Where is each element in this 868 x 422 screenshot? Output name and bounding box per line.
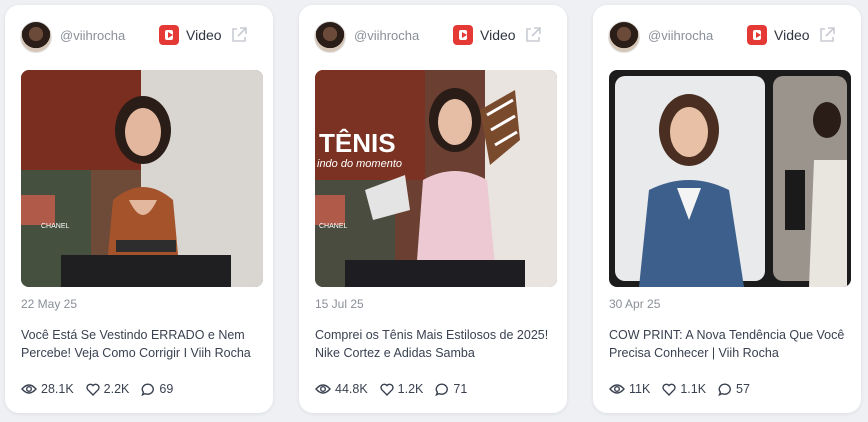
views-stat: 28.1K — [21, 382, 74, 396]
comments-stat: 71 — [435, 382, 467, 396]
thumb-title-text: TÊNIS — [319, 128, 396, 158]
video-card-2[interactable]: @viihrocha Video CHANEL TÊNIS indo do mo… — [299, 5, 567, 413]
engagement-stats: 11K 1.1K 57 — [609, 379, 762, 399]
thumb-brand-text: CHANEL — [41, 223, 70, 230]
comments-stat: 69 — [141, 382, 173, 396]
comments-stat: 57 — [718, 382, 750, 396]
youtube-icon — [159, 25, 179, 45]
publish-date: 15 Jul 25 — [315, 297, 364, 311]
card-header: @viihrocha Video — [299, 5, 567, 63]
comments-count: 57 — [736, 382, 750, 396]
eye-icon — [21, 384, 37, 394]
likes-count: 1.2K — [397, 382, 424, 396]
video-title[interactable]: Você Está Se Vestindo ERRADO e Nem Perce… — [21, 326, 265, 362]
views-count: 28.1K — [41, 382, 74, 396]
comments-count: 71 — [453, 382, 468, 396]
engagement-stats: 44.8K 1.2K 71 — [315, 379, 479, 399]
thumb-brand-text: CHANEL — [319, 223, 348, 230]
video-thumbnail[interactable]: CHANEL — [21, 70, 263, 287]
external-link-icon[interactable] — [523, 25, 543, 45]
likes-count: 1.1K — [680, 382, 707, 396]
avatar[interactable] — [608, 21, 640, 53]
video-thumbnail[interactable]: CHANEL TÊNIS indo do momento — [315, 70, 557, 287]
thumb-subtitle-text: indo do momento — [317, 158, 402, 170]
creator-handle[interactable]: @viihrocha — [648, 28, 713, 43]
likes-stat: 1.2K — [380, 382, 424, 396]
comment-icon — [718, 382, 731, 396]
external-link-icon[interactable] — [817, 25, 837, 45]
heart-icon — [380, 383, 394, 396]
avatar[interactable] — [20, 21, 52, 53]
eye-icon — [609, 384, 625, 394]
video-title[interactable]: Comprei os Tênis Mais Estilosos de 2025!… — [315, 326, 559, 362]
youtube-icon — [747, 25, 767, 45]
content-type-label: Video — [774, 27, 810, 43]
creator-handle[interactable]: @viihrocha — [354, 28, 419, 43]
creator-handle[interactable]: @viihrocha — [60, 28, 125, 43]
comment-icon — [435, 382, 449, 396]
heart-icon — [86, 383, 100, 396]
heart-icon — [662, 383, 676, 396]
publish-date: 22 May 25 — [21, 297, 78, 311]
card-header: @viihrocha Video — [593, 5, 861, 63]
avatar[interactable] — [314, 21, 346, 53]
comment-icon — [141, 382, 155, 396]
engagement-stats: 28.1K 2.2K 69 — [21, 379, 185, 399]
video-thumbnail[interactable] — [609, 70, 851, 287]
likes-count: 2.2K — [103, 382, 130, 396]
external-link-icon[interactable] — [229, 25, 249, 45]
video-card-3[interactable]: @viihrocha Video 30 Apr 25 COW PRINT: A … — [593, 5, 861, 413]
content-type-label: Video — [186, 27, 222, 43]
video-card-1[interactable]: @viihrocha Video CHANEL 22 May 25 Você E… — [5, 5, 273, 413]
views-stat: 11K — [609, 382, 650, 396]
views-count: 11K — [629, 382, 651, 396]
publish-date: 30 Apr 25 — [609, 297, 661, 311]
content-type-label: Video — [480, 27, 516, 43]
views-stat: 44.8K — [315, 382, 368, 396]
likes-stat: 2.2K — [86, 382, 130, 396]
card-header: @viihrocha Video — [5, 5, 273, 63]
eye-icon — [315, 384, 331, 394]
youtube-icon — [453, 25, 473, 45]
views-count: 44.8K — [335, 382, 368, 396]
likes-stat: 1.1K — [662, 382, 706, 396]
comments-count: 69 — [159, 382, 174, 396]
video-title[interactable]: COW PRINT: A Nova Tendência Que Você Pre… — [609, 326, 853, 362]
